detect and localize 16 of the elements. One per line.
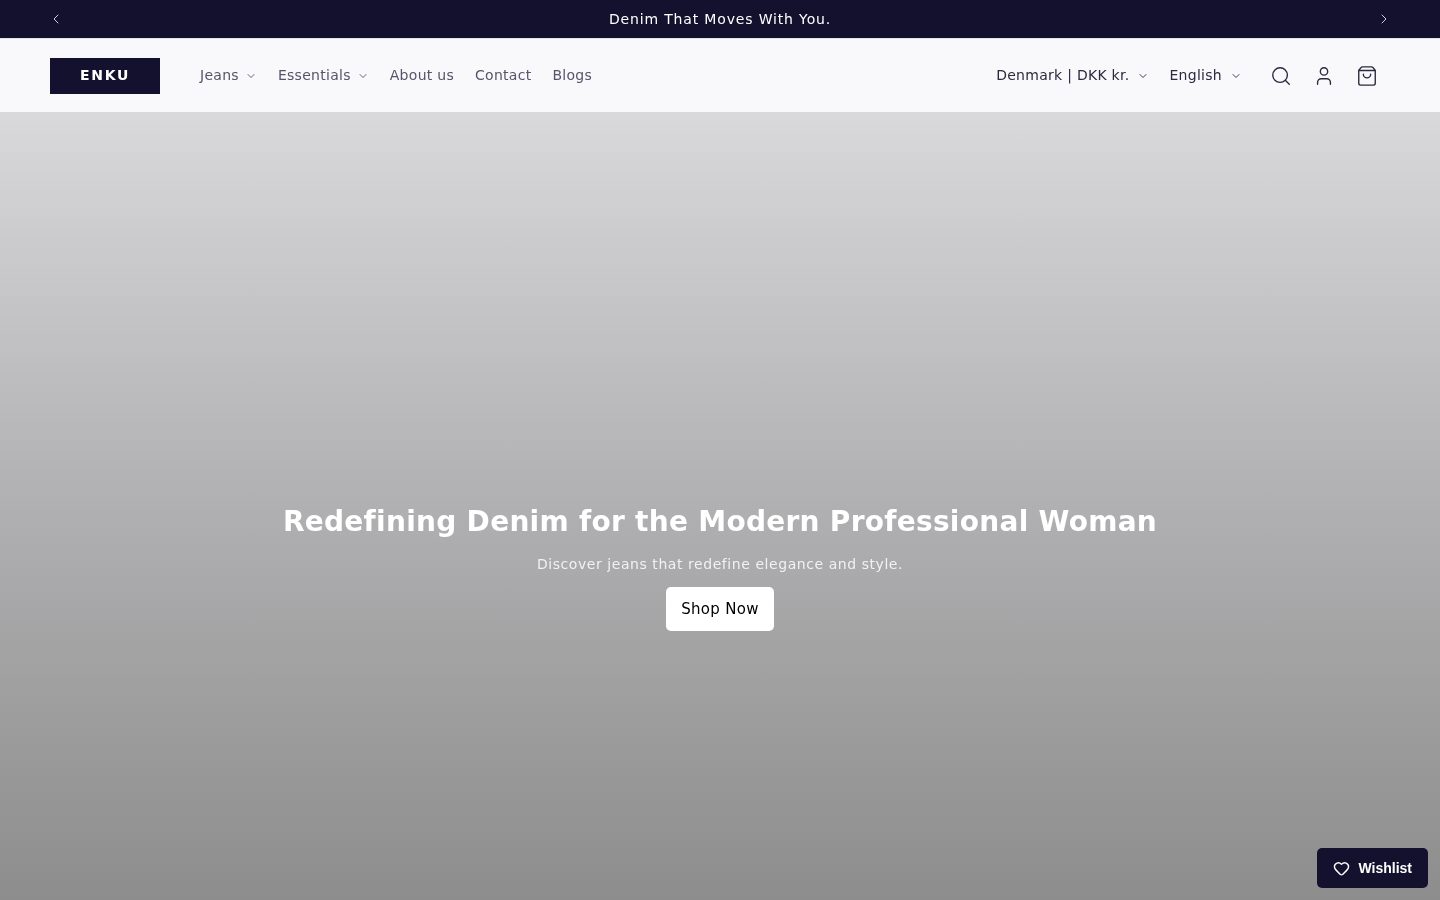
wishlist-button[interactable]: Wishlist [1317,848,1428,888]
language-selector[interactable]: English [1169,65,1242,86]
nav-link[interactable]: Jeans [200,65,257,86]
nav-link[interactable]: Essentials [277,65,369,86]
logo[interactable]: ENKU [50,57,160,94]
hero-subtitle: Discover jeans that redefine elegance and style. [536,555,904,574]
bag-icon [1356,64,1378,87]
hero-title: Redefining Denim for the Modern Professional Woman [282,504,1158,540]
shop-now-button[interactable]: Shop Now [666,587,774,631]
heart-icon [1333,859,1351,877]
nav-link[interactable]: Contact [475,65,532,86]
announcement-text: Denim That Moves With You. [608,9,832,29]
nav-link[interactable]: About us [389,65,454,86]
search-icon [1270,64,1292,87]
nav-link[interactable]: Blogs [552,65,593,86]
country-selector[interactable]: Denmark | DKK kr. [996,65,1150,86]
